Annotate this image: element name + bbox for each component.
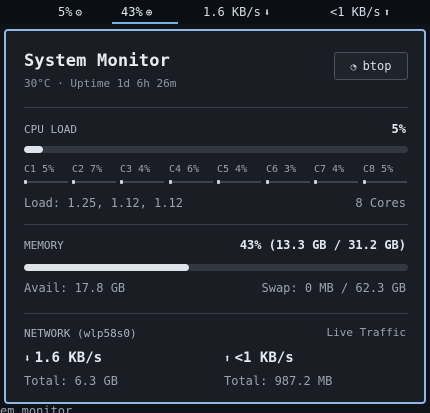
network-upload: ⬆ <1 KB/s — [224, 350, 294, 366]
gauge-icon: ◔ — [350, 62, 357, 73]
memory-available: Avail: 17.8 GB — [24, 281, 126, 295]
cpu-core-bar-fill — [72, 181, 76, 183]
cpu-core-label: C3 4% — [120, 164, 151, 175]
cpu-core-bar-fill — [363, 181, 366, 183]
memory-bar — [24, 264, 408, 271]
cpu-core-label: C8 5% — [363, 164, 394, 175]
upload-icon: ⬆ — [383, 6, 391, 19]
cpu-load-value: 5% — [391, 122, 406, 136]
cpu-core-label: C1 5% — [24, 164, 55, 175]
download-icon: ⬇ — [24, 352, 31, 365]
cpu-load-label: CPU LOAD — [24, 123, 77, 136]
network-download: ⬇ 1.6 KB/s — [24, 350, 102, 366]
download-indicator[interactable]: 1.6 KB/s ⬇ — [203, 0, 270, 24]
panel-subtitle: 30°C · Uptime 1d 6h 26m — [24, 77, 177, 90]
cpu-core-label: C5 4% — [217, 164, 248, 175]
cpu-core-bar-fill — [120, 181, 122, 183]
cpu-core: C1 5% — [24, 164, 68, 184]
cpu-core-label: C7 4% — [314, 164, 345, 175]
load-average: Load: 1.25, 1.12, 1.12 — [24, 196, 183, 210]
cpu-core-label: C2 7% — [72, 164, 103, 175]
background-text: em monitor — [0, 404, 73, 413]
volume-value: 43% — [121, 5, 143, 19]
divider — [24, 224, 408, 225]
volume-indicator[interactable]: 43% ⊕ — [121, 0, 152, 24]
cpu-core-bar — [24, 180, 68, 184]
upload-indicator[interactable]: <1 KB/s ⬆ — [330, 0, 390, 24]
cpu-core-bar-fill — [24, 181, 27, 183]
network-download-rate: 1.6 KB/s — [34, 350, 103, 366]
cpu-core-label: C6 3% — [266, 164, 297, 175]
cpu-load-bar-fill — [24, 146, 44, 153]
brightness-icon: ⚙ — [75, 6, 83, 19]
btop-button[interactable]: ◔ btop — [334, 52, 408, 80]
cpu-core: C8 5% — [363, 164, 407, 184]
network-upload-total: Total: 987.2 MB — [224, 374, 333, 388]
cpu-core: C3 4% — [120, 164, 164, 184]
cpu-core: C2 7% — [72, 164, 116, 184]
btop-button-label: btop — [362, 59, 392, 73]
cpu-core-bar-fill — [169, 181, 172, 183]
panel-title: System Monitor — [24, 51, 171, 71]
cpu-core-bar — [169, 180, 213, 184]
upload-icon: ⬆ — [224, 352, 231, 365]
memory-bar-fill — [24, 264, 190, 271]
upload-rate: <1 KB/s — [330, 5, 381, 19]
memory-value: 43% (13.3 GB / 31.2 GB) — [239, 238, 406, 252]
divider — [24, 107, 408, 108]
cores-count: 8 Cores — [355, 196, 406, 210]
cpu-core-bar — [314, 180, 358, 184]
cpu-core-bar — [217, 180, 261, 184]
brightness-value: 5% — [58, 5, 73, 19]
cpu-core: C5 4% — [217, 164, 261, 184]
cpu-core: C6 3% — [266, 164, 310, 184]
cpu-core-bar-fill — [266, 181, 268, 183]
top-status-bar: 5% ⚙ 43% ⊕ 1.6 KB/s ⬇ <1 KB/s ⬆ — [0, 0, 430, 24]
memory-label: MEMORY — [24, 239, 64, 252]
active-indicator-underline — [112, 22, 178, 24]
cpu-core-bar — [72, 180, 116, 184]
cpu-core: C7 4% — [314, 164, 358, 184]
cpu-core-label: C4 6% — [169, 164, 200, 175]
swap-usage: Swap: 0 MB / 62.3 GB — [261, 281, 407, 295]
cpu-core: C4 6% — [169, 164, 213, 184]
network-label: NETWORK (wlp58s0) — [24, 327, 137, 340]
system-monitor-popup: System Monitor 30°C · Uptime 1d 6h 26m ◔… — [4, 29, 426, 404]
network-upload-rate: <1 KB/s — [234, 350, 294, 366]
live-traffic-label: Live Traffic — [326, 326, 406, 339]
cpu-core-bar — [120, 180, 164, 184]
brightness-indicator[interactable]: 5% ⚙ — [58, 0, 82, 24]
cpu-core-bar-fill — [217, 181, 219, 183]
cpu-core-bar-fill — [314, 181, 316, 183]
divider — [24, 313, 408, 314]
cpu-core-bar — [363, 180, 407, 184]
cpu-load-bar — [24, 146, 408, 153]
download-icon: ⬇ — [263, 6, 271, 19]
network-download-total: Total: 6.3 GB — [24, 374, 118, 388]
cpu-core-bar — [266, 180, 310, 184]
download-rate: 1.6 KB/s — [203, 5, 261, 19]
